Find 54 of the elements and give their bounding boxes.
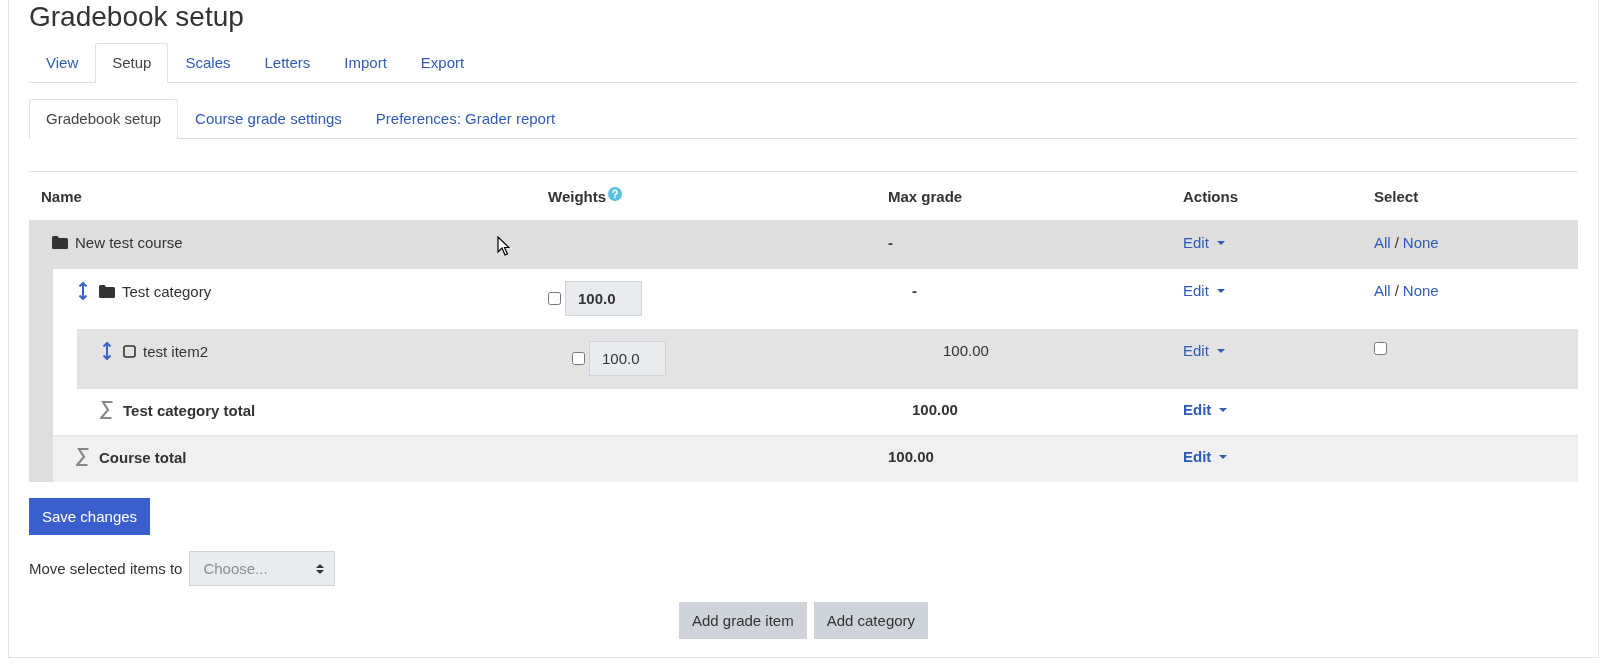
separator: /	[1394, 234, 1399, 251]
select-none-link[interactable]: None	[1402, 282, 1439, 299]
sigma-icon	[100, 401, 114, 419]
add-button[interactable]: Add grade item	[678, 602, 807, 639]
column-header: Max grade	[888, 187, 963, 205]
item-name: test item2	[143, 342, 209, 360]
subtab[interactable]: Preferences: Grader report	[358, 99, 573, 139]
weight-override-checkbox[interactable]	[572, 352, 585, 365]
add-button[interactable]: Add category	[813, 602, 929, 639]
total-name: Course total	[99, 448, 187, 466]
column-header: Select	[1374, 187, 1419, 205]
subtab[interactable]: Course grade settings	[178, 99, 359, 139]
mouse-pointer-icon	[497, 236, 510, 256]
tab[interactable]: Import	[327, 43, 404, 83]
tab[interactable]: Scales	[168, 43, 248, 83]
column-header: Weights	[548, 187, 607, 205]
save-changes-button[interactable]: Save changes	[29, 498, 151, 535]
weight-field[interactable]: 100.0	[589, 341, 666, 376]
move-label: Move selected items to	[29, 560, 183, 577]
folder-icon	[99, 284, 115, 298]
column-header: Name	[41, 187, 82, 205]
edit-menu[interactable]: Edit	[1183, 234, 1225, 251]
select-none-link[interactable]: None	[1402, 234, 1439, 251]
sort-arrows-icon	[316, 562, 325, 575]
column-header: Actions	[1183, 187, 1238, 205]
max-grade: 100.00	[912, 401, 958, 418]
square-icon	[123, 344, 136, 358]
total-name: Test category total	[123, 401, 256, 419]
select-all-link[interactable]: All	[1374, 234, 1391, 251]
move-icon[interactable]	[102, 342, 112, 360]
tab[interactable]: View	[29, 43, 96, 83]
edit-menu[interactable]: Edit	[1183, 282, 1225, 299]
edit-menu[interactable]: Edit	[1183, 448, 1228, 465]
folder-icon	[52, 236, 68, 249]
weight-field[interactable]: 100.0	[565, 281, 642, 316]
max-grade: -	[912, 282, 917, 299]
edit-menu[interactable]: Edit	[1183, 401, 1228, 418]
max-grade: 100.00	[888, 448, 934, 465]
weight-override-checkbox[interactable]	[548, 292, 561, 305]
select-checkbox[interactable]	[1374, 342, 1387, 355]
tab[interactable]: Letters	[247, 43, 328, 83]
max-grade: -	[888, 234, 893, 251]
max-grade: 100.00	[943, 342, 989, 359]
subtab[interactable]: Gradebook setup	[29, 99, 179, 139]
tab[interactable]: Setup	[95, 43, 169, 83]
separator: /	[1394, 282, 1399, 299]
page-title: Gradebook setup	[29, 0, 245, 34]
sigma-icon	[76, 448, 90, 466]
move-icon[interactable]	[78, 282, 88, 300]
course-name: New test course	[75, 234, 183, 251]
edit-menu[interactable]: Edit	[1183, 342, 1225, 359]
category-name: Test category	[122, 282, 212, 300]
tab[interactable]: Export	[403, 43, 482, 83]
select-all-link[interactable]: All	[1374, 282, 1391, 299]
